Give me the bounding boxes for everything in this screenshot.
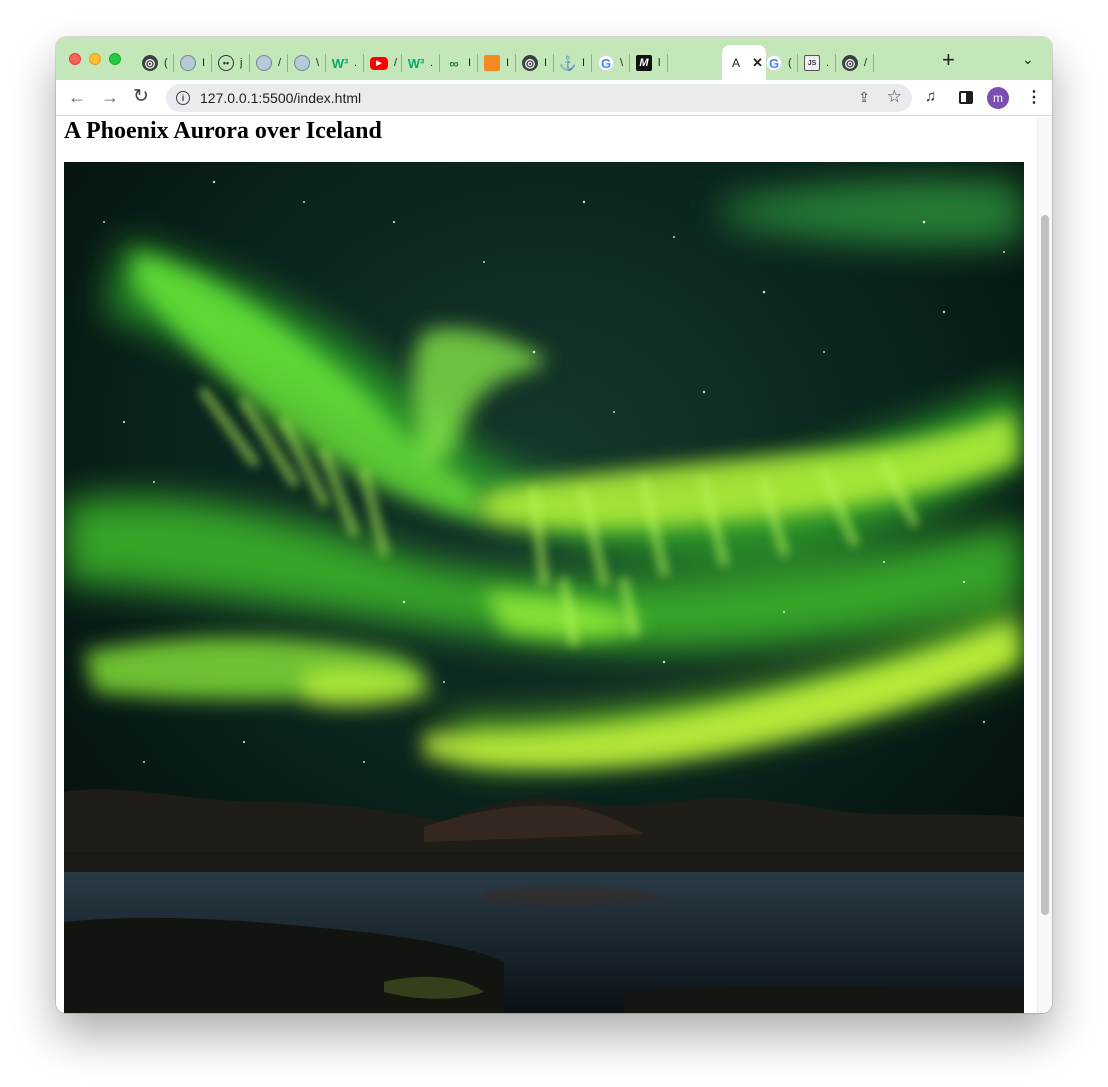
- window-maximize-button[interactable]: [109, 53, 121, 65]
- back-button[interactable]: ←: [68, 87, 86, 107]
- media-control-icon[interactable]: ♫: [925, 88, 936, 105]
- grid-icon: [180, 55, 196, 71]
- google-icon: G: [598, 55, 614, 71]
- toolbar: ← → ↻ i 127.0.0.1:5500/index.html ⇪ ☆ ♫ …: [56, 80, 1052, 116]
- tab-5[interactable]: \: [288, 47, 326, 79]
- tab-10[interactable]: I: [478, 47, 516, 79]
- new-tab-button[interactable]: +: [942, 49, 955, 71]
- tab-search-button[interactable]: ⌄: [1022, 51, 1034, 68]
- globe-icon: [842, 55, 858, 71]
- tab-title: .: [826, 57, 830, 69]
- side-panel-icon[interactable]: [959, 91, 973, 104]
- orange-square-icon: [484, 55, 500, 71]
- tab-separator: [667, 54, 668, 72]
- tab-2[interactable]: I: [174, 47, 212, 79]
- page-viewport: A Phoenix Aurora over Iceland: [56, 117, 1052, 1013]
- grid-icon: [256, 55, 272, 71]
- w3schools-icon: W³: [331, 55, 349, 71]
- tab-8[interactable]: W³.: [402, 47, 440, 79]
- active-tab-title: A: [732, 55, 741, 70]
- tab-7[interactable]: ▶ /: [364, 47, 402, 79]
- site-info-icon[interactable]: i: [176, 91, 190, 105]
- face-icon: ••: [218, 55, 234, 71]
- window-minimize-button[interactable]: [89, 53, 101, 65]
- tab-18[interactable]: /: [836, 47, 874, 79]
- tab-title: j: [240, 57, 243, 69]
- close-tab-icon[interactable]: ✕: [752, 55, 763, 71]
- tab-title: I: [468, 57, 472, 69]
- link-icon: ∞: [449, 55, 459, 71]
- tab-title: /: [394, 57, 398, 69]
- browser-menu-icon[interactable]: ⋮: [1026, 87, 1042, 107]
- browser-window: (I••j/\W³.▶/W³.∞III⚓IG\Ml▶SG(JS./ A ✕ + …: [56, 37, 1052, 1013]
- grid-icon: [294, 55, 310, 71]
- tab-title: /: [864, 57, 868, 69]
- tab-separator: [873, 54, 874, 72]
- window-close-button[interactable]: [69, 53, 81, 65]
- tab-title: l: [658, 57, 661, 69]
- tab-title: .: [354, 57, 358, 69]
- tab-17[interactable]: JS.: [798, 47, 836, 79]
- globe-icon: [522, 55, 538, 71]
- tab-title: \: [620, 57, 624, 69]
- page-scrollbar-thumb[interactable]: [1041, 215, 1049, 915]
- tab-active[interactable]: A ✕: [722, 45, 766, 80]
- tab-6[interactable]: W³.: [326, 47, 364, 79]
- tab-title: .: [430, 57, 434, 69]
- share-icon[interactable]: ⇪: [858, 89, 870, 106]
- anchor-icon: ⚓: [559, 54, 577, 71]
- tab-4[interactable]: /: [250, 47, 288, 79]
- globe-icon: [142, 55, 158, 71]
- tab-title: I: [582, 57, 586, 69]
- tab-title: (: [164, 57, 168, 69]
- tab-13[interactable]: G \: [592, 47, 630, 79]
- tab-strip: (I••j/\W³.▶/W³.∞III⚓IG\Ml▶SG(JS./ A ✕ + …: [56, 37, 1052, 80]
- tab-title: \: [316, 57, 320, 69]
- youtube-icon: ▶: [370, 56, 388, 70]
- w3schools-icon: W³: [407, 55, 425, 71]
- tab-11[interactable]: I: [516, 47, 554, 79]
- profile-avatar[interactable]: m: [987, 87, 1009, 109]
- tab-9[interactable]: ∞ I: [440, 47, 478, 79]
- tab-title: (: [788, 57, 792, 69]
- url-text[interactable]: 127.0.0.1:5500/index.html: [200, 90, 361, 106]
- aurora-photo: [64, 162, 1024, 1013]
- jslint-icon: JS: [804, 55, 820, 71]
- tab-3[interactable]: •• j: [212, 47, 250, 79]
- page-title: A Phoenix Aurora over Iceland: [64, 118, 382, 144]
- google-icon: G: [766, 55, 782, 71]
- tab-12[interactable]: ⚓ I: [554, 47, 592, 79]
- tab-14[interactable]: Ml: [630, 47, 668, 79]
- address-bar[interactable]: i 127.0.0.1:5500/index.html ⇪ ☆: [166, 84, 912, 112]
- tab-title: I: [544, 57, 548, 69]
- tab-title: I: [202, 57, 206, 69]
- tab-1[interactable]: (: [136, 47, 174, 79]
- forward-button[interactable]: →: [101, 87, 119, 107]
- bookmark-star-icon[interactable]: ☆: [887, 87, 902, 107]
- tab-title: /: [278, 57, 282, 69]
- reload-button[interactable]: ↻: [133, 87, 149, 107]
- m-logo-icon: M: [636, 55, 652, 71]
- tab-title: I: [506, 57, 510, 69]
